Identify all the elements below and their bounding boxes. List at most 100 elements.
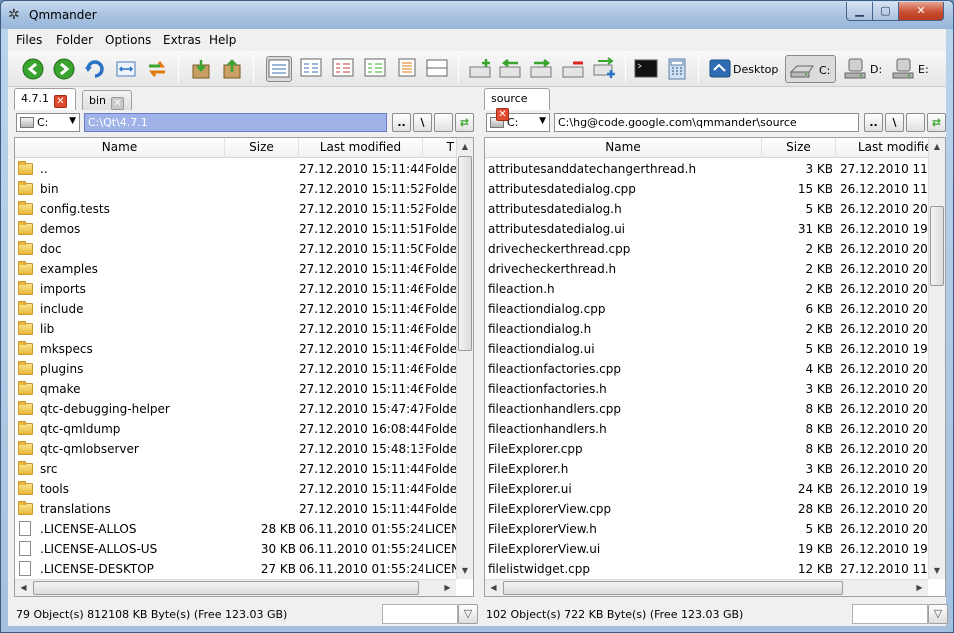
maximize-button[interactable]: ▢ — [872, 2, 899, 21]
left-horizontal-scrollbar[interactable]: ◀ ▶ — [15, 579, 456, 596]
tab-source[interactable]: source ✕ — [484, 88, 550, 121]
title-bar[interactable]: ✲ Qmmander ▁ ▢ ✕ — [1, 1, 953, 29]
terminal-button[interactable] — [633, 56, 659, 82]
table-row[interactable]: src 27.12.2010 15:11:44 Folde — [15, 459, 456, 479]
right-vertical-scrollbar[interactable]: ▲ ▼ — [928, 138, 945, 579]
table-row[interactable]: fileactionfactories.cpp 4 KB 26.12.2010 20… — [485, 359, 928, 379]
menu-extras[interactable]: Extras — [163, 33, 201, 47]
left-path-input[interactable]: C:\Qt\4.7.1 — [84, 113, 387, 132]
pack-button[interactable] — [188, 56, 214, 82]
left-filter-input[interactable] — [382, 604, 458, 624]
drive-d-button[interactable]: D: — [841, 55, 889, 83]
table-row[interactable]: lib 27.12.2010 15:11:46 Folde — [15, 319, 456, 339]
table-row[interactable]: qmake 27.12.2010 15:11:46 Folde — [15, 379, 456, 399]
left-history-button[interactable] — [434, 113, 453, 132]
scroll-thumb[interactable] — [33, 581, 419, 595]
close-tab-icon[interactable]: ✕ — [496, 108, 509, 121]
table-row[interactable]: include 27.12.2010 15:11:46 Folde — [15, 299, 456, 319]
minimize-button[interactable]: ▁ — [846, 2, 873, 21]
table-row[interactable]: filelistwidget.cpp 12 KB 27.12.2010 11:39: — [485, 559, 928, 579]
table-row[interactable]: FileExplorerView.ui 19 KB 26.12.2010 19:48… — [485, 539, 928, 559]
menu-folder[interactable]: Folder — [56, 33, 93, 47]
right-filter-button[interactable]: ▽ — [928, 604, 948, 624]
table-row[interactable]: .. 27.12.2010 15:11:44 Folde — [15, 159, 456, 179]
new-folder-button[interactable] — [468, 56, 494, 82]
right-horizontal-scrollbar[interactable]: ◀ ▶ — [485, 579, 928, 596]
table-row[interactable]: FileExplorerView.cpp 28 KB 26.12.2010 20:1… — [485, 499, 928, 519]
copy-button[interactable] — [498, 56, 524, 82]
refresh-button[interactable] — [82, 56, 108, 82]
table-row[interactable]: tools 27.12.2010 15:11:44 Folde — [15, 479, 456, 499]
scroll-thumb[interactable] — [503, 581, 843, 595]
table-row[interactable]: demos 27.12.2010 15:11:51 Folde — [15, 219, 456, 239]
table-row[interactable]: attributesdatedialog.ui 31 KB 26.12.2010 1… — [485, 219, 928, 239]
scroll-thumb[interactable] — [458, 156, 472, 351]
view-split-button[interactable] — [424, 56, 450, 82]
right-file-list[interactable]: Name Size Last modifie attributesanddate… — [484, 137, 946, 597]
sync-panels-button[interactable] — [113, 56, 139, 82]
move-button[interactable] — [529, 56, 555, 82]
menu-files[interactable]: Files — [16, 33, 42, 47]
tab-4-7-1[interactable]: 4.7.1 ✕ — [14, 88, 76, 110]
unpack-button[interactable] — [219, 56, 245, 82]
table-row[interactable]: fileaction.h 2 KB 26.12.2010 20:13: — [485, 279, 928, 299]
delete-button[interactable] — [561, 56, 587, 82]
back-button[interactable] — [20, 56, 46, 82]
table-row[interactable]: .LICENSE-DESKTOP 27 KB 06.11.2010 01:55:24… — [15, 559, 456, 579]
right-hotlist-button[interactable]: ⇄ — [927, 113, 946, 132]
table-row[interactable]: fileactiondialog.h 2 KB 26.12.2010 20:13: — [485, 319, 928, 339]
scroll-right-icon[interactable]: ▶ — [911, 580, 928, 596]
left-hotlist-button[interactable]: ⇄ — [455, 113, 474, 132]
scroll-up-icon[interactable]: ▲ — [929, 138, 945, 155]
left-vertical-scrollbar[interactable]: ▲ ▼ — [456, 138, 473, 579]
view-brief-button[interactable] — [266, 56, 292, 82]
table-row[interactable]: attributesdatedialog.cpp 15 KB 26.12.2010 … — [485, 179, 928, 199]
table-row[interactable]: .LICENSE-ALLOS-US 30 KB 06.11.2010 01:55:2… — [15, 539, 456, 559]
close-tab-icon[interactable]: ✕ — [54, 95, 67, 108]
column-header-name[interactable]: Name — [15, 138, 225, 158]
menu-options[interactable]: Options — [105, 33, 151, 47]
table-row[interactable]: drivecheckerthread.cpp 2 KB 26.12.2010 20:… — [485, 239, 928, 259]
table-row[interactable]: doc 27.12.2010 15:11:50 Folde — [15, 239, 456, 259]
left-drive-select[interactable]: C: ▼ — [16, 113, 80, 132]
left-root-dir-button[interactable]: \ — [413, 113, 432, 132]
left-file-list[interactable]: Name Size Last modified T .. 27.12.2010 1… — [14, 137, 474, 597]
left-parent-dir-button[interactable]: .. — [392, 113, 411, 132]
table-row[interactable]: bin 27.12.2010 15:11:52 Folde — [15, 179, 456, 199]
right-path-input[interactable]: C:\hg@code.google.com\qmmander\source — [554, 113, 859, 132]
right-history-button[interactable] — [906, 113, 925, 132]
column-header-modified[interactable]: Last modified — [299, 138, 423, 158]
column-header-modified[interactable]: Last modifie — [836, 138, 929, 158]
close-tab-icon[interactable]: ✕ — [111, 97, 125, 110]
table-row[interactable]: qtc-qmlobserver 27.12.2010 15:48:13 Folde — [15, 439, 456, 459]
scroll-down-icon[interactable]: ▼ — [929, 562, 945, 579]
table-row[interactable]: translations 27.12.2010 15:11:44 Folde — [15, 499, 456, 519]
table-row[interactable]: .LICENSE-ALLOS 28 KB 06.11.2010 01:55:24 LI… — [15, 519, 456, 539]
new-file-button[interactable] — [592, 56, 618, 82]
calculator-button[interactable] — [664, 56, 690, 82]
right-root-dir-button[interactable]: \ — [885, 113, 904, 132]
table-row[interactable]: examples 27.12.2010 15:11:46 Folde — [15, 259, 456, 279]
menu-help[interactable]: Help — [209, 33, 236, 47]
column-header-name[interactable]: Name — [485, 138, 762, 158]
table-row[interactable]: qtc-qmldump 27.12.2010 16:08:44 Folde — [15, 419, 456, 439]
table-row[interactable]: fileactionhandlers.cpp 8 KB 26.12.2010 20:… — [485, 399, 928, 419]
scroll-down-icon[interactable]: ▼ — [457, 562, 473, 579]
right-filter-input[interactable] — [852, 604, 928, 624]
table-row[interactable]: imports 27.12.2010 15:11:46 Folde — [15, 279, 456, 299]
forward-button[interactable] — [51, 56, 77, 82]
close-window-button[interactable]: ✕ — [898, 2, 944, 21]
table-row[interactable]: attributesdatedialog.h 5 KB 26.12.2010 20:… — [485, 199, 928, 219]
view-tree-button[interactable] — [330, 56, 356, 82]
table-row[interactable]: fileactiondialog.ui 5 KB 26.12.2010 19:48: — [485, 339, 928, 359]
table-row[interactable]: config.tests 27.12.2010 15:11:52 Folde — [15, 199, 456, 219]
table-row[interactable]: qtc-debugging-helper 27.12.2010 15:47:47 F… — [15, 399, 456, 419]
view-list-button[interactable] — [394, 56, 420, 82]
view-full-button[interactable] — [298, 56, 324, 82]
scroll-up-icon[interactable]: ▲ — [457, 138, 473, 155]
table-row[interactable]: FileExplorer.h 3 KB 26.12.2010 20:13: — [485, 459, 928, 479]
table-row[interactable]: plugins 27.12.2010 15:11:46 Folde — [15, 359, 456, 379]
scroll-thumb[interactable] — [930, 206, 944, 286]
right-parent-dir-button[interactable]: .. — [864, 113, 883, 132]
column-header-size[interactable]: Size — [225, 138, 299, 158]
